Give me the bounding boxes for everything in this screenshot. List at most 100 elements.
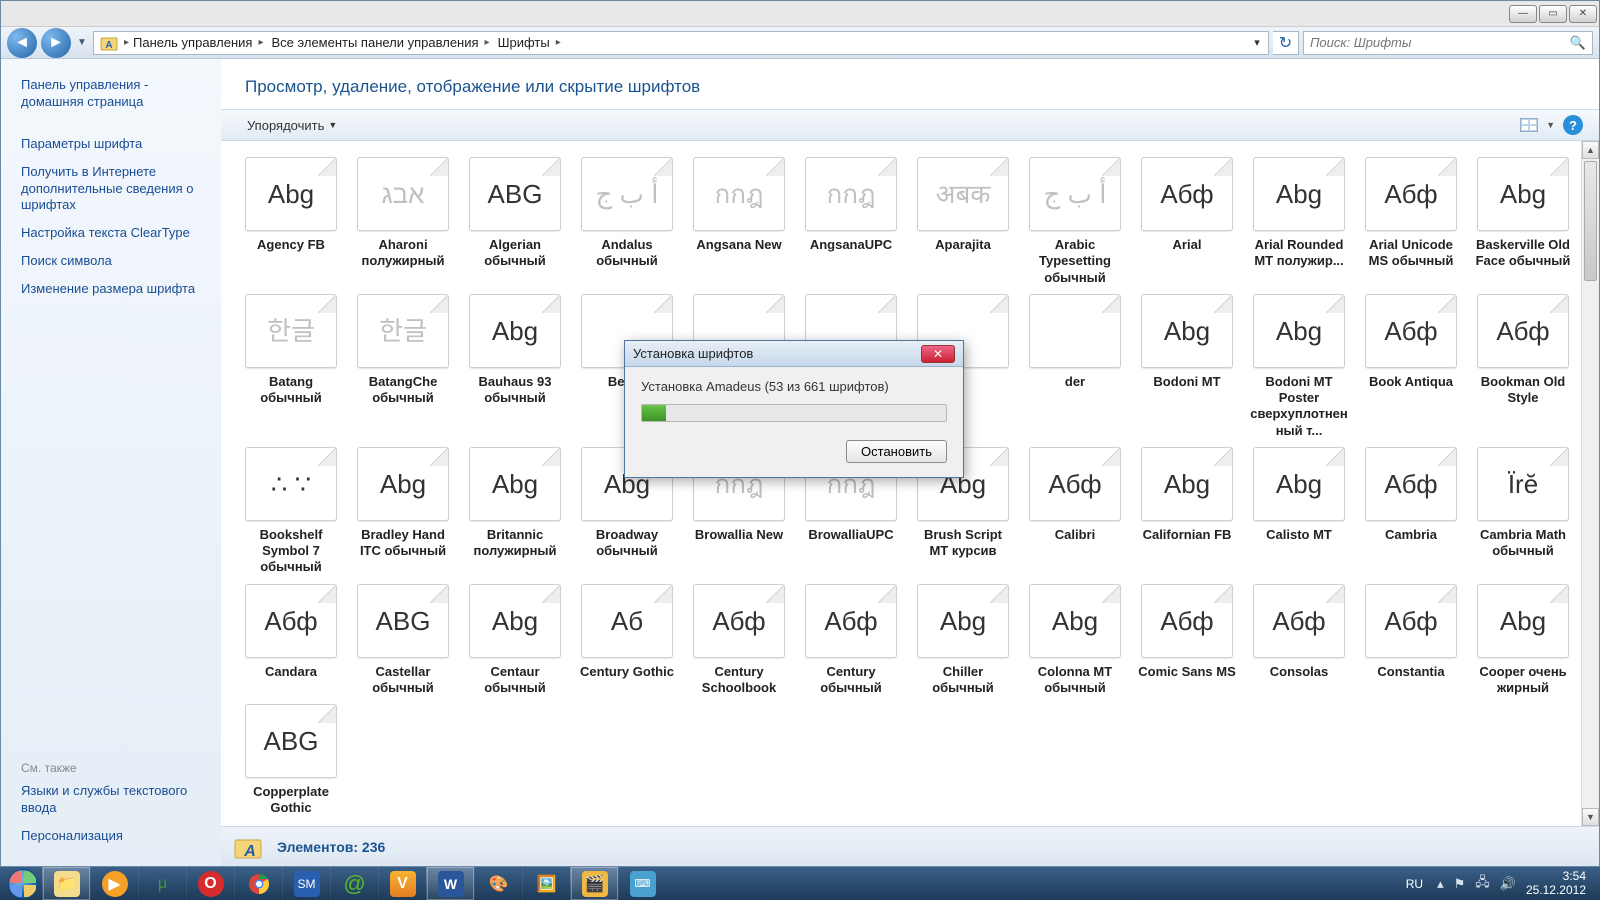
breadcrumb-dropdown[interactable]: ▾ (1246, 36, 1268, 49)
taskbar-app-orange[interactable]: V (378, 867, 426, 900)
font-item[interactable]: ABGCastellar обычный (347, 582, 459, 699)
sidebar-link-params[interactable]: Параметры шрифта (21, 136, 209, 153)
font-item[interactable]: أ ب جArabic Typesetting обычный (1019, 155, 1131, 288)
back-button[interactable]: ◄ (7, 28, 37, 58)
font-item[interactable]: AbgArial Rounded MT полужир... (1243, 155, 1355, 288)
font-item[interactable]: АбфConsolas (1243, 582, 1355, 699)
taskbar-opera[interactable]: O (186, 867, 234, 900)
scroll-down-button[interactable]: ▼ (1582, 808, 1599, 826)
see-also-personalization[interactable]: Персонализация (21, 828, 209, 845)
clock[interactable]: 3:54 25.12.2012 (1526, 870, 1586, 896)
see-also-lang[interactable]: Языки и службы текстового ввода (21, 783, 209, 817)
font-item[interactable]: AbgBritannic полужирный (459, 445, 571, 578)
font-item[interactable]: 한글Batang обычный (235, 292, 347, 441)
font-item[interactable]: АбфArial (1131, 155, 1243, 288)
minimize-button[interactable]: — (1509, 5, 1537, 23)
tray-volume-icon[interactable]: 🔊 (1500, 876, 1516, 892)
vertical-scrollbar[interactable]: ▲ ▼ (1581, 141, 1599, 826)
breadcrumb[interactable]: A ▸ Панель управления▸ Все элементы пане… (93, 31, 1269, 55)
font-item[interactable]: AbgCalisto MT (1243, 445, 1355, 578)
font-item[interactable]: أ ب جAndalus обычный (571, 155, 683, 288)
font-item[interactable]: अबकAparajita (907, 155, 1019, 288)
sidebar-link-charmap[interactable]: Поиск символа (21, 253, 209, 270)
font-item[interactable]: АбфCentury Schoolbook (683, 582, 795, 699)
taskbar-paint[interactable]: 🎨 (474, 867, 522, 900)
font-item[interactable]: АбфCambria (1355, 445, 1467, 578)
font-grid-wrap: AbgAgency FBאבגAharoni полужирныйABGAlge… (221, 141, 1599, 826)
nav-history-dropdown[interactable]: ▼ (75, 31, 89, 55)
taskbar-osk[interactable]: ⌨ (618, 867, 666, 900)
tray-network-icon[interactable]: 🖧 (1475, 873, 1490, 895)
font-sample: Абф (1384, 318, 1437, 344)
font-item[interactable]: АбфConstantia (1355, 582, 1467, 699)
font-item[interactable]: AbgColonna MT обычный (1019, 582, 1131, 699)
view-options-button[interactable] (1520, 116, 1538, 134)
close-button[interactable]: ✕ (1569, 5, 1597, 23)
refresh-button[interactable]: ↻ (1273, 31, 1299, 55)
font-item[interactable]: ABGAlgerian обычный (459, 155, 571, 288)
breadcrumb-seg-3[interactable]: Шрифты▸ (494, 35, 565, 50)
font-item[interactable]: AbgCentaur обычный (459, 582, 571, 699)
font-item[interactable]: АбфBook Antiqua (1355, 292, 1467, 441)
stop-button[interactable]: Остановить (846, 440, 947, 463)
font-item[interactable]: АбCentury Gothic (571, 582, 683, 699)
font-item[interactable]: AbgCalifornian FB (1131, 445, 1243, 578)
breadcrumb-seg-1[interactable]: Панель управления▸ (129, 35, 267, 50)
font-item[interactable]: АбфCentury обычный (795, 582, 907, 699)
taskbar-word[interactable]: W (426, 867, 474, 900)
taskbar-photos[interactable]: 🖼️ (522, 867, 570, 900)
dialog-titlebar[interactable]: Установка шрифтов ✕ (625, 341, 963, 367)
language-indicator[interactable]: RU (1406, 877, 1423, 891)
start-button[interactable] (4, 867, 42, 900)
font-item[interactable]: der (1019, 292, 1131, 441)
taskbar-wmp[interactable]: ▶ (90, 867, 138, 900)
taskbar-mpc[interactable]: 🎬 (570, 867, 618, 900)
breadcrumb-seg-2[interactable]: Все элементы панели управления▸ (268, 35, 494, 50)
font-item[interactable]: AbgBodoni MT (1131, 292, 1243, 441)
taskbar-utorrent[interactable]: μ (138, 867, 186, 900)
sidebar-link-home[interactable]: Панель управления - домашняя страница (21, 77, 209, 111)
font-item[interactable]: אבגAharoni полужирный (347, 155, 459, 288)
taskbar-mailru[interactable]: @ (330, 867, 378, 900)
font-item[interactable]: AbgAgency FB (235, 155, 347, 288)
sidebar-link-online[interactable]: Получить в Интернете дополнительные свед… (21, 164, 209, 215)
font-item[interactable]: กกฎAngsana New (683, 155, 795, 288)
font-item[interactable]: ∴ ∵Bookshelf Symbol 7 обычный (235, 445, 347, 578)
font-item[interactable]: АбфComic Sans MS (1131, 582, 1243, 699)
tray-flag-icon[interactable]: ⚑ (1454, 876, 1466, 892)
scroll-up-button[interactable]: ▲ (1582, 141, 1599, 159)
font-item[interactable]: AbgBodoni MT Poster сверхуплотненный т..… (1243, 292, 1355, 441)
help-button[interactable]: ? (1563, 115, 1583, 135)
tray-chevron-icon[interactable]: ▴ (1437, 876, 1444, 892)
font-item[interactable]: AbgBauhaus 93 обычный (459, 292, 571, 441)
font-item[interactable]: AbgBradley Hand ITC обычный (347, 445, 459, 578)
font-item[interactable]: AbgChiller обычный (907, 582, 1019, 699)
taskbar-explorer[interactable]: 📁 (42, 867, 90, 900)
forward-button[interactable]: ► (41, 28, 71, 58)
font-item[interactable]: AbgCooper очень жирный (1467, 582, 1579, 699)
font-item[interactable]: ÏrĕCambria Math обычный (1467, 445, 1579, 578)
sidebar-link-cleartype[interactable]: Настройка текста ClearType (21, 225, 209, 242)
font-item[interactable]: กกฎAngsanaUPC (795, 155, 907, 288)
search-box[interactable]: 🔍 (1303, 31, 1593, 55)
view-dropdown-icon[interactable]: ▼ (1546, 120, 1555, 130)
taskbar-chrome[interactable] (234, 867, 282, 900)
font-item[interactable]: ABGCopperplate Gothic (235, 702, 347, 819)
dialog-close-button[interactable]: ✕ (921, 345, 955, 363)
font-item[interactable]: АбфArial Unicode MS обычный (1355, 155, 1467, 288)
font-item[interactable]: АбфCandara (235, 582, 347, 699)
sidebar-link-resize[interactable]: Изменение размера шрифта (21, 281, 209, 298)
maximize-button[interactable]: ▭ (1539, 5, 1567, 23)
font-thumbnail: Abg (1253, 157, 1345, 231)
search-input[interactable] (1310, 35, 1564, 50)
font-sample: Abg (268, 181, 314, 207)
taskbar-app-blue[interactable]: SM (282, 867, 330, 900)
font-item[interactable]: AbgBaskerville Old Face обычный (1467, 155, 1579, 288)
font-item[interactable]: АбфBookman Old Style (1467, 292, 1579, 441)
font-item[interactable]: 한글BatangChe обычный (347, 292, 459, 441)
organize-button[interactable]: Упорядочить▼ (237, 115, 347, 136)
font-item[interactable]: АбфCalibri (1019, 445, 1131, 578)
font-thumbnail: Abg (1141, 294, 1233, 368)
scroll-thumb[interactable] (1584, 161, 1597, 281)
font-sample: ∴ ∵ (271, 471, 311, 497)
